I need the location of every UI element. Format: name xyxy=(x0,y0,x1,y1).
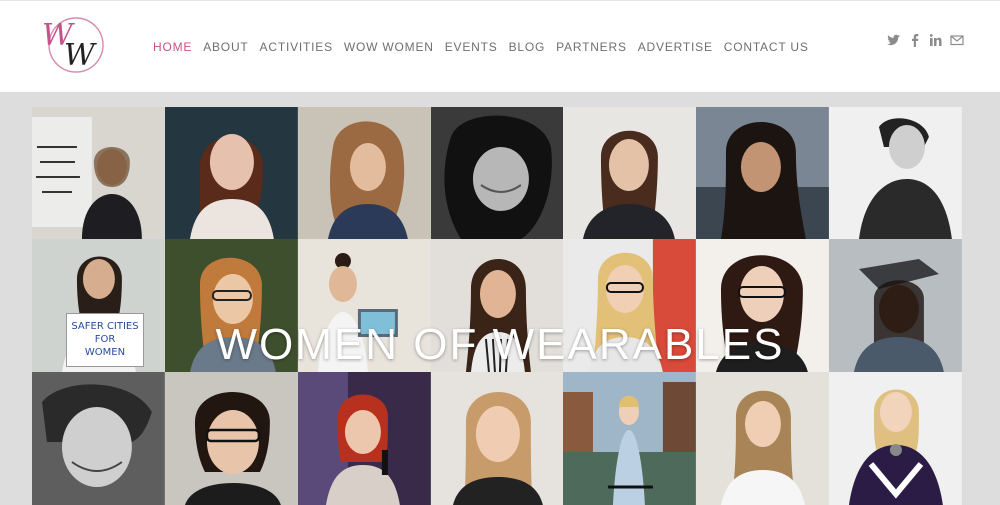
nav-partners[interactable]: PARTNERS xyxy=(556,40,627,54)
facebook-icon[interactable] xyxy=(908,33,922,47)
svg-text:W: W xyxy=(64,38,97,73)
nav-wow-women[interactable]: WOW WOMEN xyxy=(344,40,434,54)
portrait-tile[interactable] xyxy=(430,372,564,505)
portrait-tile[interactable] xyxy=(32,372,165,505)
portrait-tile[interactable] xyxy=(164,372,298,505)
nav-about[interactable]: ABOUT xyxy=(203,40,248,54)
site-header: W W HOME ABOUT ACTIVITIES WOW WOMEN EVEN… xyxy=(0,0,1000,92)
nav-contact-us[interactable]: CONTACT US xyxy=(724,40,809,54)
portrait-tile[interactable] xyxy=(297,107,431,239)
linkedin-icon[interactable] xyxy=(929,33,943,47)
portrait-tile[interactable] xyxy=(430,107,564,239)
portrait-tile[interactable] xyxy=(696,372,830,505)
portrait-grid: SAFER CITIES FOR WOMEN xyxy=(32,107,962,505)
ww-logo-icon: W W xyxy=(42,17,104,73)
email-icon[interactable] xyxy=(950,33,964,47)
portrait-tile[interactable] xyxy=(696,107,830,239)
main-nav: HOME ABOUT ACTIVITIES WOW WOMEN EVENTS B… xyxy=(153,40,809,54)
portrait-tile[interactable] xyxy=(829,372,962,505)
portrait-tile[interactable]: SAFER CITIES FOR WOMEN xyxy=(32,239,165,372)
nav-advertise[interactable]: ADVERTISE xyxy=(638,40,713,54)
portrait-tile[interactable] xyxy=(430,239,564,372)
portrait-tile[interactable] xyxy=(297,372,431,505)
portrait-tile[interactable] xyxy=(829,239,962,372)
safer-cities-sign: SAFER CITIES FOR WOMEN xyxy=(66,313,144,367)
portrait-tile[interactable] xyxy=(32,107,165,239)
portrait-tile[interactable] xyxy=(563,239,697,372)
portrait-tile[interactable] xyxy=(829,107,962,239)
portrait-tile[interactable] xyxy=(696,239,830,372)
nav-home[interactable]: HOME xyxy=(153,40,192,54)
portrait-tile[interactable] xyxy=(164,107,298,239)
portrait-tile[interactable] xyxy=(563,107,697,239)
social-links xyxy=(887,33,964,47)
twitter-icon[interactable] xyxy=(887,33,901,47)
nav-blog[interactable]: BLOG xyxy=(509,40,546,54)
nav-events[interactable]: EVENTS xyxy=(445,40,498,54)
portrait-tile[interactable] xyxy=(297,239,431,372)
portrait-tile[interactable] xyxy=(563,372,697,505)
site-logo[interactable]: W W xyxy=(40,15,108,75)
portrait-tile[interactable] xyxy=(164,239,298,372)
nav-activities[interactable]: ACTIVITIES xyxy=(260,40,333,54)
